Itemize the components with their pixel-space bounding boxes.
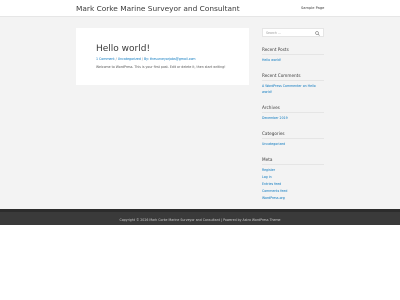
divider — [262, 80, 324, 81]
recent-comment-link[interactable]: world! — [262, 90, 272, 94]
meta-link-login[interactable]: Log in — [262, 175, 272, 179]
post-title[interactable]: Hello world! — [96, 44, 150, 54]
post-excerpt: Welcome to WordPress. This is your first… — [96, 65, 226, 69]
meta-link-wordpress-org[interactable]: WordPress.org — [262, 196, 285, 200]
recent-comment-link[interactable]: A WordPress Commenter on Hello — [262, 84, 316, 88]
post-author-link[interactable]: By: thesurveyorjobs@gmail.com — [144, 57, 196, 61]
divider — [262, 112, 324, 113]
categories-title: Categories — [262, 131, 285, 136]
search-icon[interactable] — [315, 31, 320, 36]
meta-link-comments-feed[interactable]: Comments feed — [262, 189, 287, 193]
divider — [262, 138, 324, 139]
footer-strip — [0, 209, 400, 212]
site-header: Mark Corke Marine Surveyor and Consultan… — [0, 0, 400, 17]
nav-item-sample-page[interactable]: Sample Page — [301, 6, 324, 10]
category-link[interactable]: Uncategorized — [262, 142, 285, 146]
search-placeholder: Search ... — [266, 31, 282, 35]
meta-link-register[interactable]: Register — [262, 168, 275, 172]
recent-posts-title: Recent Posts — [262, 47, 289, 52]
footer-copyright: Copyright © 2026 Mark Corke Marine Surve… — [119, 218, 281, 222]
meta-link-entries-feed[interactable]: Entries feed — [262, 182, 281, 186]
divider — [262, 164, 324, 165]
recent-post-link[interactable]: Hello world! — [262, 58, 281, 62]
post-category-link[interactable]: Uncategorized — [118, 57, 141, 61]
search-input[interactable]: Search ... — [262, 28, 324, 37]
site-title[interactable]: Mark Corke Marine Surveyor and Consultan… — [76, 4, 240, 13]
archive-link[interactable]: December 2019 — [262, 116, 288, 120]
meta-title: Meta — [262, 157, 273, 162]
post-card: Hello world! 1 Comment / Uncategorized /… — [76, 28, 249, 85]
site-footer: Copyright © 2026 Mark Corke Marine Surve… — [0, 209, 400, 225]
page-bottom — [0, 225, 400, 300]
post-meta: 1 Comment / Uncategorized / By: thesurve… — [96, 57, 196, 61]
post-comments-link[interactable]: 1 Comment — [96, 57, 115, 61]
archives-title: Archives — [262, 105, 280, 110]
divider — [262, 54, 324, 55]
recent-comments-title: Recent Comments — [262, 73, 301, 78]
